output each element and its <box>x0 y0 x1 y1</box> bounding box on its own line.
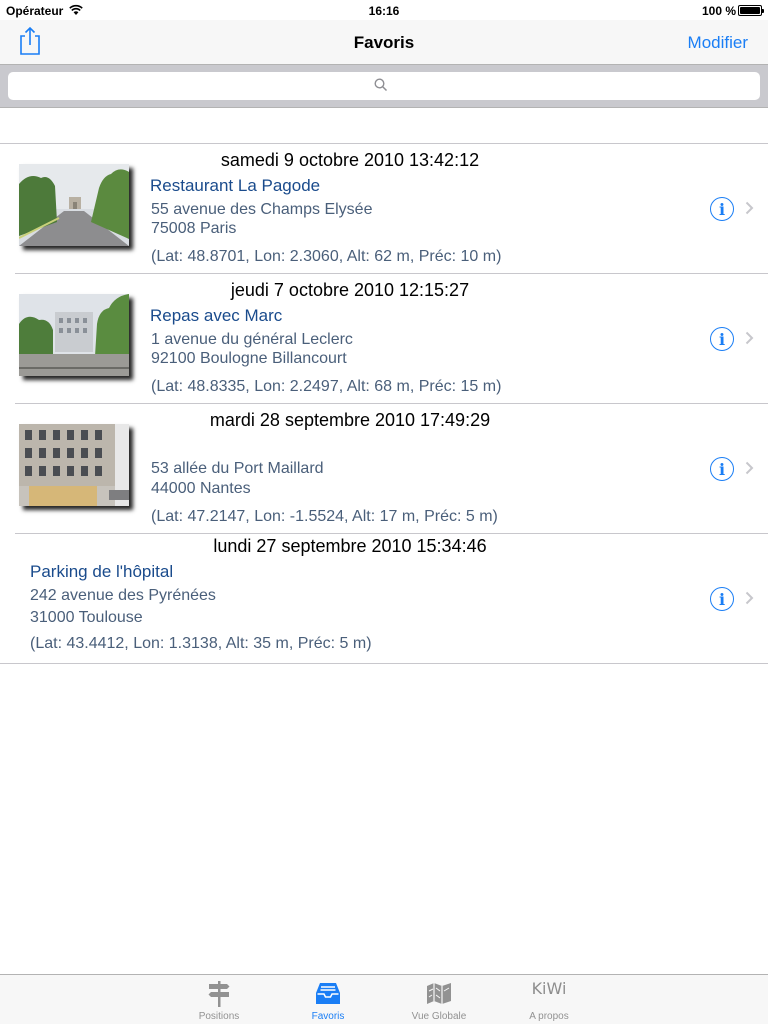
row-divider <box>0 663 768 664</box>
favorite-coordinates: (Lat: 48.8335, Lon: 2.2497, Alt: 68 m, P… <box>151 378 502 395</box>
favorite-row[interactable]: samedi 9 octobre 2010 13:42:12 Restauran… <box>0 144 768 274</box>
favorite-title: Parking de l'hôpital <box>30 562 174 581</box>
kiwi-logo-icon: KiWi <box>531 979 567 998</box>
favorite-address-line2: 75008 Paris <box>151 220 237 237</box>
map-icon <box>427 983 451 1004</box>
favorite-address-line1: 242 avenue des Pyrénées <box>30 587 216 604</box>
info-icon: i <box>718 460 726 479</box>
tab-bar: Positions Favoris Vue Globale KiWi A pro… <box>0 974 768 1024</box>
tab-a-propos[interactable]: KiWi A propos <box>509 975 589 1024</box>
favorite-address-line1: 55 avenue des Champs Elysée <box>151 201 373 218</box>
tab-positions[interactable]: Positions <box>179 975 259 1024</box>
tab-label: Vue Globale <box>411 1011 467 1022</box>
favorite-address-line2: 44000 Nantes <box>151 480 251 497</box>
tab-label: A propos <box>529 1011 569 1022</box>
battery-percent: 100 % <box>701 4 736 18</box>
chevron-right-icon <box>745 331 754 345</box>
favorite-coordinates: (Lat: 48.8701, Lon: 2.3060, Alt: 62 m, P… <box>151 248 502 265</box>
favorite-address-line1: 53 allée du Port Maillard <box>151 460 324 477</box>
favorite-thumbnail <box>19 164 129 246</box>
info-icon: i <box>718 330 726 349</box>
favorite-row[interactable]: lundi 27 septembre 2010 15:34:46 Parking… <box>0 534 768 664</box>
favorite-thumbnail <box>19 424 129 506</box>
favorite-date: lundi 27 septembre 2010 15:34:46 <box>213 536 487 556</box>
battery-icon <box>738 5 764 16</box>
tab-label: Positions <box>198 1011 240 1022</box>
info-button[interactable]: i <box>710 587 734 611</box>
inbox-tray-icon <box>316 983 340 1004</box>
chevron-right-icon <box>745 201 754 215</box>
search-bar <box>0 64 768 108</box>
favorite-row[interactable]: mardi 28 septembre 2010 17:49:29 53 allé… <box>0 404 768 534</box>
chevron-right-icon <box>745 591 754 605</box>
status-time: 16:16 <box>368 4 400 18</box>
search-input[interactable] <box>8 72 760 100</box>
favorite-address-line1: 1 avenue du général Leclerc <box>151 331 353 348</box>
tab-favoris[interactable]: Favoris <box>288 975 368 1024</box>
navigation-bar: Favoris Modifier <box>0 20 768 64</box>
favorite-coordinates: (Lat: 47.2147, Lon: -1.5524, Alt: 17 m, … <box>151 508 498 525</box>
favorite-address-line2: 31000 Toulouse <box>30 609 143 626</box>
info-icon: i <box>718 200 726 219</box>
status-bar: Opérateur 16:16 100 % <box>0 0 768 20</box>
info-icon: i <box>718 590 726 609</box>
info-button[interactable]: i <box>710 197 734 221</box>
info-button[interactable]: i <box>710 457 734 481</box>
tab-label: Favoris <box>311 1011 345 1022</box>
chevron-right-icon <box>745 461 754 475</box>
search-icon <box>374 78 388 92</box>
signpost-icon <box>208 981 230 1007</box>
edit-button[interactable]: Modifier <box>688 33 748 53</box>
favorite-thumbnail <box>19 294 129 376</box>
favorite-title: Restaurant La Pagode <box>150 176 321 195</box>
page-title: Favoris <box>353 33 415 52</box>
favorite-title: Repas avec Marc <box>150 306 283 325</box>
favorite-coordinates: (Lat: 43.4412, Lon: 1.3138, Alt: 35 m, P… <box>30 635 372 652</box>
favorite-address-line2: 92100 Boulogne Billancourt <box>151 350 347 367</box>
favorite-row[interactable]: jeudi 7 octobre 2010 12:15:27 Repas avec… <box>0 274 768 404</box>
tab-vue-globale[interactable]: Vue Globale <box>399 975 479 1024</box>
info-button[interactable]: i <box>710 327 734 351</box>
